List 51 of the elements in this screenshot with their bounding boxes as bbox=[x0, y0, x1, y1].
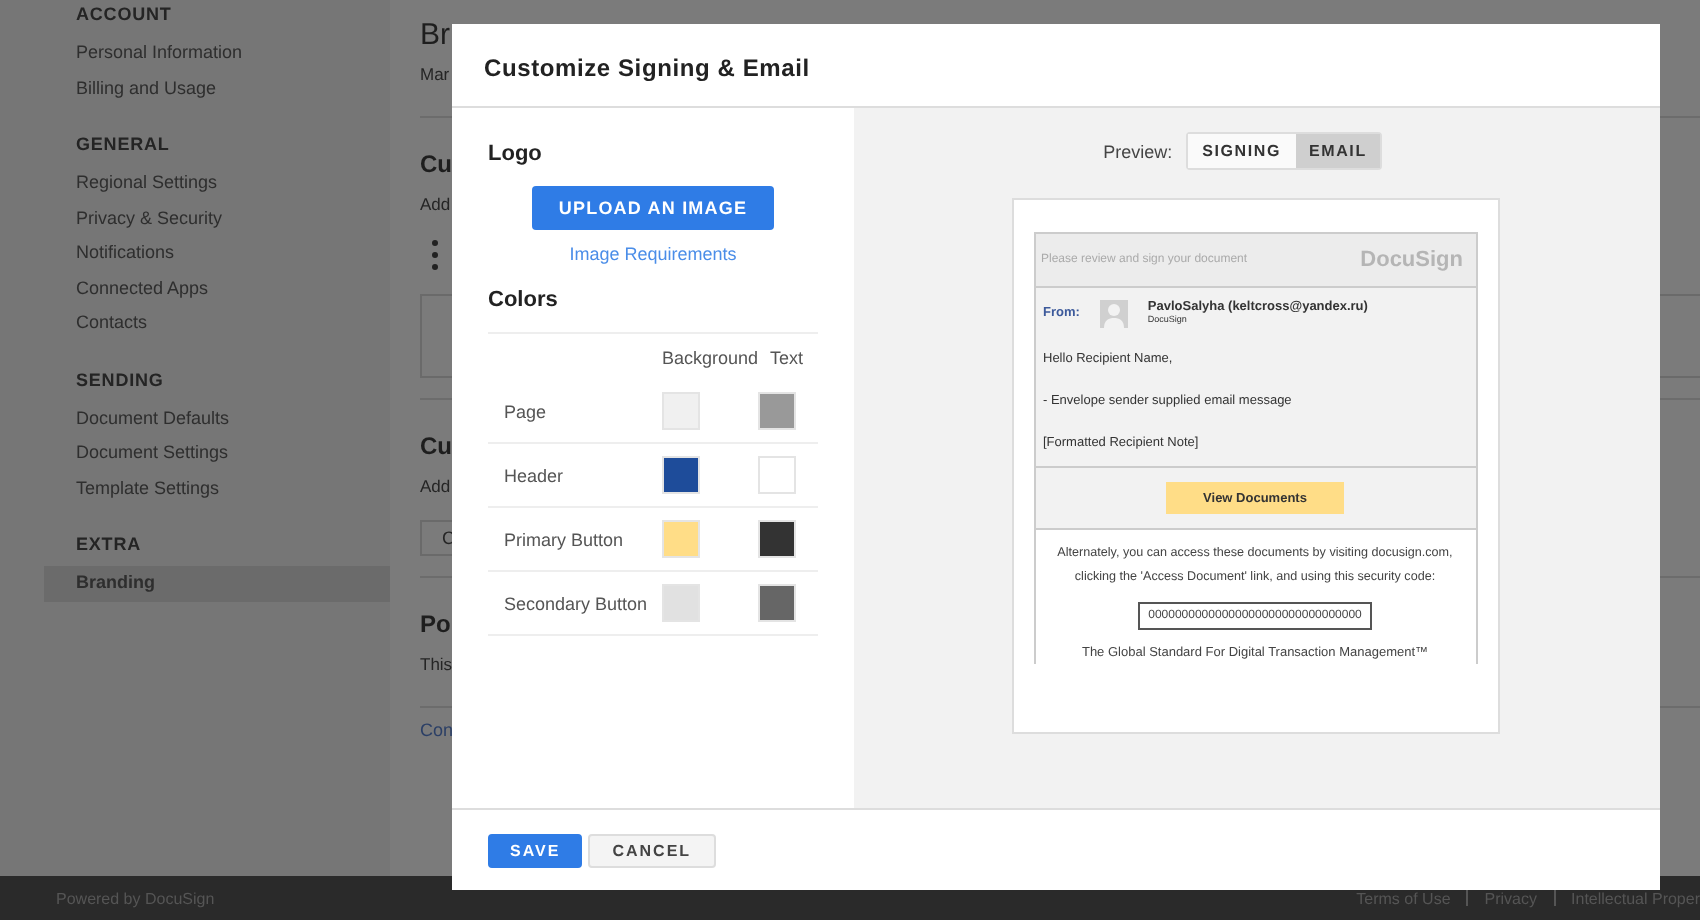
color-row-label: Secondary Button bbox=[504, 593, 650, 613]
color-swatch[interactable] bbox=[662, 392, 700, 430]
description-text: Mar bbox=[420, 64, 450, 84]
section-heading: Cu bbox=[420, 150, 452, 178]
preview-label: Preview: bbox=[1103, 141, 1173, 161]
link[interactable]: Con bbox=[420, 720, 454, 740]
bullet-icon bbox=[432, 240, 438, 246]
color-swatch[interactable] bbox=[758, 456, 796, 494]
sidebar-heading: ACCOUNT bbox=[74, 4, 174, 28]
color-row-label: Primary Button bbox=[504, 529, 626, 549]
sidebar-heading: EXTRA bbox=[74, 534, 144, 558]
sidebar-item[interactable]: Template Settings bbox=[44, 471, 390, 506]
column-header: Text bbox=[770, 347, 806, 367]
sidebar-item[interactable]: Document Settings bbox=[44, 436, 390, 471]
color-row-label: Header bbox=[504, 465, 566, 485]
page-title: Br bbox=[420, 16, 450, 56]
image-requirements-link[interactable]: Image Requirements bbox=[569, 244, 737, 264]
sidebar-item[interactable]: Regional Settings bbox=[44, 166, 390, 201]
color-swatch[interactable] bbox=[758, 584, 796, 622]
color-swatch[interactable] bbox=[758, 520, 796, 558]
save-button[interactable]: SAVE bbox=[488, 833, 583, 867]
sidebar-item[interactable]: Notifications bbox=[44, 236, 390, 271]
bullet-icon bbox=[432, 264, 438, 270]
color-swatch[interactable] bbox=[758, 392, 796, 430]
column-header: Background bbox=[662, 347, 761, 367]
sidebar-item[interactable]: Document Defaults bbox=[44, 401, 390, 436]
logo-heading: Logo bbox=[488, 142, 544, 166]
upload-image-button[interactable]: UPLOAD AN IMAGE bbox=[532, 186, 774, 230]
sidebar-item[interactable]: Billing and Usage bbox=[44, 71, 390, 106]
preview-tab[interactable]: EMAIL bbox=[1295, 134, 1381, 168]
color-swatch[interactable] bbox=[662, 456, 700, 494]
sidebar-item[interactable]: Connected Apps bbox=[44, 271, 390, 306]
color-swatch[interactable] bbox=[662, 584, 700, 622]
sidebar-heading: SENDING bbox=[74, 369, 166, 393]
sidebar-item[interactable]: Personal Information bbox=[44, 36, 390, 71]
description-text: Add bbox=[420, 194, 451, 214]
sidebar-item[interactable]: Privacy & Security bbox=[44, 201, 390, 236]
color-row-label: Page bbox=[504, 401, 549, 421]
sidebar-item[interactable]: Branding bbox=[44, 566, 390, 601]
colors-heading: Colors bbox=[488, 288, 560, 312]
avatar-icon bbox=[1099, 300, 1128, 328]
description-text: This bbox=[420, 654, 453, 674]
bullet-icon bbox=[432, 252, 438, 258]
preview-tab[interactable]: SIGNING bbox=[1188, 134, 1295, 168]
description-text: Add bbox=[420, 476, 451, 496]
sidebar-item[interactable]: Contacts bbox=[44, 306, 390, 341]
cancel-button[interactable]: CANCEL bbox=[588, 833, 716, 867]
section-heading: Cu bbox=[420, 432, 452, 460]
section-heading: Po bbox=[420, 610, 451, 638]
color-swatch[interactable] bbox=[662, 520, 700, 558]
sidebar-heading: GENERAL bbox=[74, 134, 172, 158]
